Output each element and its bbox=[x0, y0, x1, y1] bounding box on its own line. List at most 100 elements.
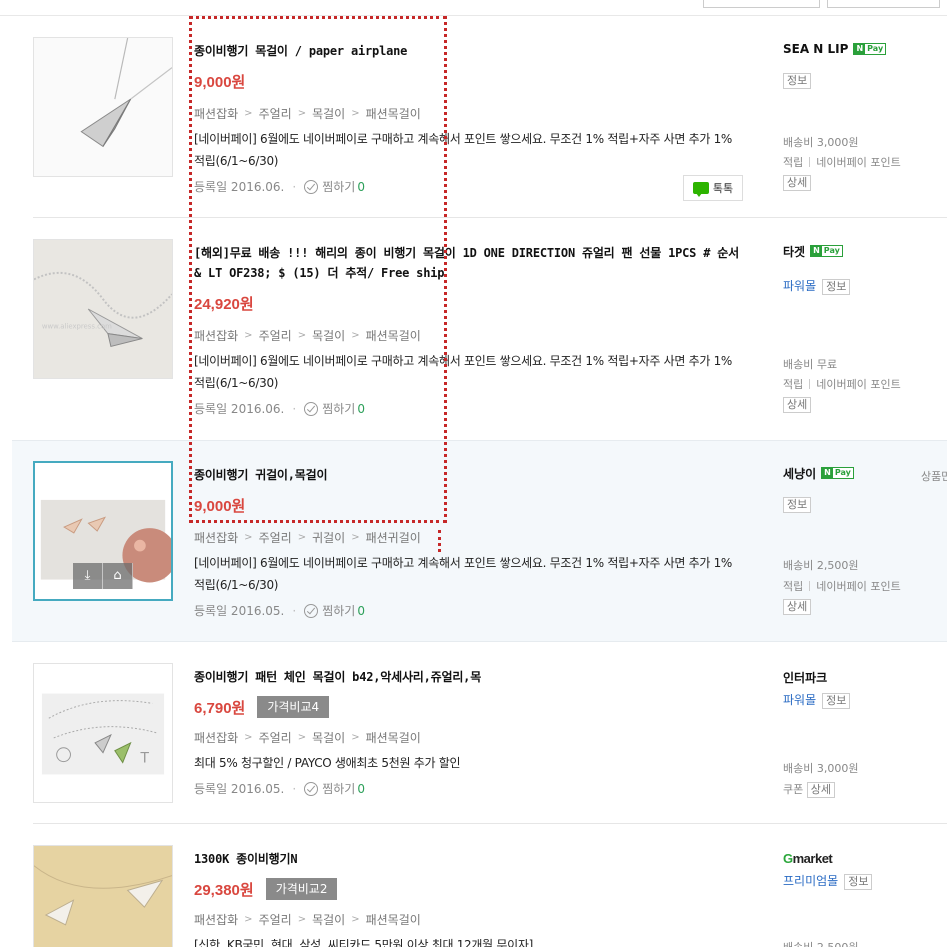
info-badge[interactable]: 정보 bbox=[783, 497, 812, 513]
paper-airplane-gold-image bbox=[34, 846, 172, 947]
category-link[interactable]: 목걸이 bbox=[312, 105, 345, 122]
naver-pay-badge: N Pay bbox=[853, 43, 887, 55]
zzim-count: 0 bbox=[357, 401, 365, 416]
talktalk-button[interactable]: 톡톡 bbox=[683, 175, 743, 201]
thumbnail-toolbar: ⤓ ⌂ bbox=[73, 563, 133, 589]
zzim-button[interactable]: 찜하기 bbox=[322, 602, 355, 619]
product-thumbnail[interactable] bbox=[33, 37, 173, 177]
category-link[interactable]: 패션잡화 bbox=[194, 327, 238, 344]
point-label: 적립 bbox=[783, 378, 804, 391]
product-price: 29,380원 bbox=[194, 881, 254, 899]
product-description: [네이버페이] 6월에도 네이버페이로 구매하고 계속해서 포인트 쌓으세요. … bbox=[194, 556, 733, 592]
category-link[interactable]: 주얼리 bbox=[259, 327, 292, 344]
point-value: 네이버페이 포인트 bbox=[816, 378, 901, 391]
info-badge[interactable]: 정보 bbox=[822, 279, 851, 295]
product-thumbnail[interactable]: T bbox=[33, 663, 173, 803]
product-title-link[interactable]: 종이비행기 패턴 체인 목걸이 b42,악세사리,쥬얼리,목 bbox=[194, 667, 744, 687]
channel-link[interactable]: 파워몰 bbox=[783, 693, 816, 707]
filter-text[interactable]: · · · · bbox=[165, 0, 189, 5]
svg-text:T: T bbox=[139, 751, 149, 767]
zzim-button[interactable]: 찜하기 bbox=[322, 178, 355, 195]
chevron-right-icon: > bbox=[244, 330, 253, 341]
channel-link[interactable]: 프리미엄몰 bbox=[783, 874, 838, 888]
category-link[interactable]: 패션잡화 bbox=[194, 105, 238, 122]
point-value: 네이버페이 포인트 bbox=[816, 580, 901, 593]
category-link[interactable]: 패션목걸이 bbox=[366, 105, 421, 122]
product-meta: 등록일 2016.06. · 찜하기 0 bbox=[194, 400, 365, 417]
breadcrumb: 패션잡화 > 주얼리 > 목걸이 > 패션목걸이 bbox=[194, 911, 744, 928]
product-info: [해외]무료 배송 !!! 해리의 종이 비행기 목걸이 1D ONE DIRE… bbox=[194, 243, 744, 417]
filter-text[interactable]: · · · · · bbox=[400, 0, 431, 5]
product-meta: 등록일 2016.06. · 찜하기 0 bbox=[194, 178, 365, 195]
detail-badge[interactable]: 상세 bbox=[783, 599, 812, 615]
category-link[interactable]: 패션목걸이 bbox=[366, 729, 421, 746]
check-circle-icon[interactable] bbox=[304, 401, 319, 416]
shop-logo-gmarket[interactable]: Gmarket bbox=[783, 851, 947, 866]
seller-panel: 세냥이 N Pay 정보 배송비 2,500원 적립 네이버페이 포인트 상세 bbox=[783, 465, 947, 635]
category-link[interactable]: 패션잡화 bbox=[194, 911, 238, 928]
category-link[interactable]: 주얼리 bbox=[259, 529, 292, 546]
point-info: 적립 네이버페이 포인트 bbox=[783, 376, 901, 392]
paper-airplane-chain-image: www.aliexpress.com bbox=[34, 240, 172, 378]
point-info: 적립 네이버페이 포인트 bbox=[783, 154, 901, 170]
shop-name-link[interactable]: 타겟 bbox=[783, 243, 805, 260]
product-title-link[interactable]: 종이비행기 목걸이 / paper airplane bbox=[194, 41, 744, 61]
lock-icon[interactable]: ⌂ bbox=[103, 563, 133, 589]
product-price: 24,920원 bbox=[194, 295, 254, 313]
category-link[interactable]: 패션잡화 bbox=[194, 729, 238, 746]
seller-panel: 인터파크 파워몰 정보 배송비 3,000원 쿠폰 상세 bbox=[783, 669, 947, 819]
zzim-button[interactable]: 찜하기 bbox=[322, 780, 355, 797]
product-row-hovered: ⤓ ⌂ 종이비행기 귀걸이,목걸이 9,000원 패션잡화 > 주얼리 > 귀걸이 >… bbox=[12, 440, 947, 642]
zzim-button[interactable]: 찜하기 bbox=[322, 400, 355, 417]
price-compare-button[interactable]: 가격비교4 bbox=[257, 696, 330, 718]
category-link[interactable]: 패션잡화 bbox=[194, 529, 238, 546]
product-title-link[interactable]: 1300K 종이비행기N bbox=[194, 849, 744, 869]
check-circle-icon[interactable] bbox=[304, 781, 319, 796]
info-badge[interactable]: 정보 bbox=[844, 874, 873, 890]
category-link[interactable]: 주얼리 bbox=[259, 105, 292, 122]
product-description: [신한, KB국민, 현대, 삼성, 씨티카드 5만원 이상 최대 12개월 무… bbox=[194, 938, 533, 947]
product-thumbnail[interactable]: ⤓ ⌂ bbox=[33, 461, 173, 601]
filter-text[interactable]: · · · · · · bbox=[320, 0, 358, 5]
info-badge[interactable]: 정보 bbox=[822, 693, 851, 709]
category-link[interactable]: 패션목걸이 bbox=[366, 327, 421, 344]
category-link[interactable]: 패션목걸이 bbox=[366, 911, 421, 928]
check-circle-icon[interactable] bbox=[304, 179, 319, 194]
product-title-link[interactable]: 종이비행기 귀걸이,목걸이 bbox=[194, 465, 744, 485]
chevron-right-icon: > bbox=[351, 108, 360, 119]
check-circle-icon[interactable] bbox=[304, 603, 319, 618]
registration-date: 등록일 2016.06. bbox=[194, 402, 285, 416]
price-compare-button[interactable]: 가격비교2 bbox=[265, 878, 338, 900]
category-link[interactable]: 목걸이 bbox=[312, 911, 345, 928]
category-link[interactable]: 목걸이 bbox=[312, 327, 345, 344]
zzim-count: 0 bbox=[357, 179, 365, 194]
channel-link[interactable]: 파워몰 bbox=[783, 279, 816, 293]
filter-text[interactable]: · · · · · bbox=[40, 0, 71, 5]
filter-text[interactable]: · · · · · bbox=[245, 0, 276, 5]
view-select[interactable] bbox=[827, 0, 940, 8]
breadcrumb: 패션잡화 > 주얼리 > 목걸이 > 패션목걸이 bbox=[194, 105, 744, 122]
detail-badge[interactable]: 상세 bbox=[806, 782, 835, 798]
sort-select[interactable] bbox=[703, 0, 820, 8]
detail-badge[interactable]: 상세 bbox=[783, 175, 812, 191]
category-link[interactable]: 패션귀걸이 bbox=[366, 529, 421, 546]
shop-name-link[interactable]: SEA N LIP bbox=[783, 42, 848, 56]
shop-logo-interpark[interactable]: 인터파크 bbox=[783, 669, 827, 686]
chevron-right-icon: > bbox=[297, 732, 307, 743]
product-title-link[interactable]: [해외]무료 배송 !!! 해리의 종이 비행기 목걸이 1D ONE DIRE… bbox=[194, 243, 744, 283]
category-link[interactable]: 목걸이 bbox=[312, 729, 345, 746]
product-thumbnail[interactable] bbox=[33, 845, 173, 947]
paper-airplane-pattern-necklace-image: T bbox=[34, 664, 172, 802]
product-row: 종이비행기 목걸이 / paper airplane 9,000원 패션잡화 > … bbox=[0, 17, 947, 218]
chevron-right-icon: > bbox=[244, 914, 253, 925]
category-link[interactable]: 귀걸이 bbox=[312, 529, 345, 546]
download-icon[interactable]: ⤓ bbox=[73, 563, 103, 589]
other-products-link[interactable]: 상품만 bbox=[921, 468, 947, 484]
product-thumbnail[interactable]: www.aliexpress.com bbox=[33, 239, 173, 379]
detail-badge[interactable]: 상세 bbox=[783, 397, 812, 413]
shop-name-link[interactable]: 세냥이 bbox=[783, 465, 816, 482]
category-link[interactable]: 주얼리 bbox=[259, 911, 292, 928]
info-badge[interactable]: 정보 bbox=[783, 73, 812, 89]
shipping-fee: 배송비 무료 bbox=[783, 358, 838, 371]
category-link[interactable]: 주얼리 bbox=[259, 729, 292, 746]
